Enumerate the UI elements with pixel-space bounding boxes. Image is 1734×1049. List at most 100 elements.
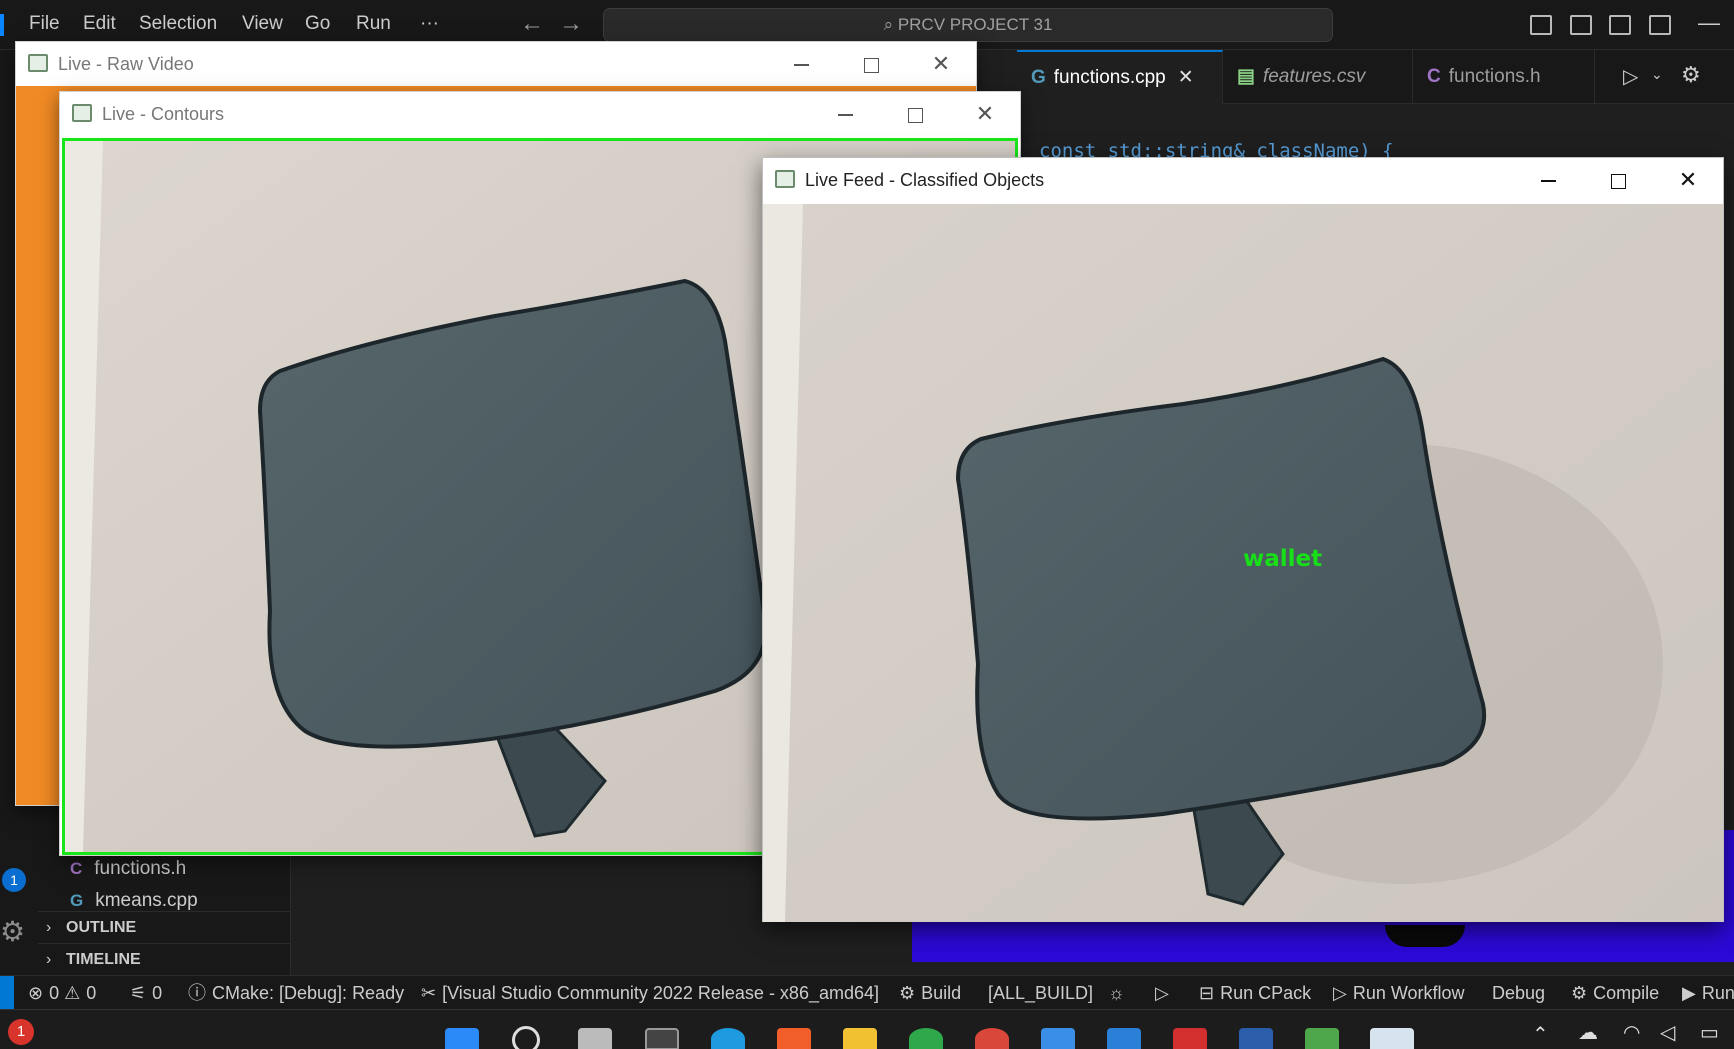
window-title: Live Feed - Classified Objects — [805, 170, 1045, 190]
debug-button[interactable]: Debug — [1492, 976, 1545, 1010]
chrome-profile-icon[interactable] — [975, 1028, 1009, 1049]
window-minimize-icon[interactable]: — — [1698, 10, 1720, 36]
menu-run[interactable]: Run — [356, 13, 391, 35]
edge-icon[interactable] — [711, 1028, 745, 1049]
chevron-up-icon[interactable]: ⌃ — [1532, 1022, 1549, 1047]
debug-icon[interactable]: ☼ — [1108, 976, 1125, 1010]
close-button[interactable]: ✕ — [1653, 158, 1723, 202]
broadcast-icon: ⚟ — [130, 983, 147, 1003]
build-label: Build — [921, 983, 962, 1003]
menu-file[interactable]: File — [29, 13, 60, 35]
chevron-down-icon[interactable]: ⌄ — [1651, 66, 1663, 83]
notepad-icon[interactable] — [1041, 1028, 1075, 1049]
menu-selection[interactable]: Selection — [139, 13, 217, 35]
gear-icon[interactable]: ⚙ — [1681, 62, 1701, 88]
window-title-bar[interactable]: Live - Raw Video ✕ — [16, 42, 976, 86]
maximize-icon — [863, 57, 879, 73]
timeline-section[interactable]: › TIMELINE — [38, 943, 290, 975]
error-count: 0 — [49, 983, 60, 1003]
status-bar: ⊗ 0 ⚠ 0 ⚟ 0 ⓘ CMake: [Debug]: Ready ✂ [Visual… — [0, 975, 1734, 1010]
c-header-file-icon: C — [70, 859, 83, 878]
tab-features-csv[interactable]: ▤ features.csv — [1223, 50, 1413, 104]
chevron-right-icon: › — [46, 951, 52, 968]
minimize-icon — [1540, 180, 1556, 182]
toggle-primary-sidebar-icon[interactable] — [1530, 15, 1552, 35]
background-shape — [1385, 925, 1465, 947]
acrobat-icon[interactable] — [1173, 1028, 1207, 1049]
search-icon[interactable] — [512, 1026, 540, 1049]
file-item-kmeans-cpp[interactable]: Gkmeans.cpp — [70, 890, 198, 912]
maximize-button[interactable] — [836, 42, 906, 86]
battery-icon[interactable]: ▭ — [1700, 1020, 1719, 1045]
run-button[interactable]: ▶ Run — [1682, 976, 1734, 1010]
problems-indicator[interactable]: ⊗ 0 ⚠ 0 — [28, 976, 96, 1010]
cmake-status[interactable]: ⓘ CMake: [Debug]: Ready — [188, 976, 404, 1010]
customize-layout-icon[interactable] — [1649, 15, 1671, 35]
wifi-icon[interactable]: ◠ — [1623, 1020, 1640, 1045]
tab-functions-h[interactable]: Cfunctions.h — [1413, 50, 1595, 104]
word-icon[interactable] — [1239, 1028, 1273, 1049]
windows-taskbar: ⌃ ☁ ◠ ◁ ▭ — [0, 1009, 1734, 1049]
kit-label: [Visual Studio Community 2022 Release - … — [442, 983, 880, 1003]
classified-objects-window[interactable]: Live Feed - Classified Objects ✕ wallet — [762, 157, 1724, 922]
minimize-button[interactable] — [810, 92, 880, 136]
tab-label: functions.h — [1448, 66, 1541, 87]
chrome-icon[interactable] — [909, 1028, 943, 1049]
vscode-icon[interactable] — [1107, 1028, 1141, 1049]
csv-file-icon: ▤ — [1237, 66, 1255, 87]
maximize-button[interactable] — [1583, 158, 1653, 202]
minimize-button[interactable] — [766, 42, 836, 86]
accounts-badge: 1 — [2, 868, 26, 892]
launch-icon[interactable]: ▷ — [1155, 976, 1169, 1010]
task-view-icon[interactable] — [578, 1028, 612, 1049]
cmake-kit[interactable]: ✂ [Visual Studio Community 2022 Release -… — [421, 976, 879, 1010]
compile-button[interactable]: ⚙ Compile — [1571, 976, 1659, 1010]
menu-more[interactable]: ··· — [420, 13, 439, 35]
c-header-file-icon: C — [1427, 66, 1441, 87]
build-target[interactable]: [ALL_BUILD] — [988, 976, 1093, 1010]
file-explorer-icon[interactable] — [843, 1028, 877, 1049]
android-studio-icon[interactable] — [1305, 1028, 1339, 1049]
outline-label: OUTLINE — [66, 919, 137, 936]
window-title-bar[interactable]: Live - Contours ✕ — [60, 92, 1020, 136]
play-icon: ▶ — [1682, 983, 1696, 1003]
run-cpack-button[interactable]: ⊟ Run CPack — [1199, 976, 1311, 1010]
opencv-window-icon[interactable] — [1370, 1028, 1414, 1049]
warning-count: 0 — [86, 983, 97, 1003]
run-workflow-button[interactable]: ▷ Run Workflow — [1333, 976, 1465, 1010]
menu-view[interactable]: View — [242, 13, 283, 35]
tools-icon: ✂ — [421, 983, 437, 1003]
app-icon — [28, 54, 48, 72]
run-icon[interactable]: ▷ — [1623, 64, 1638, 89]
outline-section[interactable]: › OUTLINE — [38, 911, 290, 943]
brave-icon[interactable] — [777, 1028, 811, 1049]
workflow-label: Run Workflow — [1352, 983, 1465, 1003]
classified-video-frame: wallet — [763, 204, 1723, 922]
back-arrow-icon[interactable]: ← — [520, 10, 544, 38]
command-center-search[interactable]: ⌕ PRCV PROJECT 31 — [603, 8, 1333, 42]
ports-indicator[interactable]: ⚟ 0 — [130, 976, 162, 1010]
menu-go[interactable]: Go — [305, 13, 330, 35]
gear-icon: ⚙ — [899, 983, 916, 1003]
menu-edit[interactable]: Edit — [83, 13, 116, 35]
toggle-secondary-sidebar-icon[interactable] — [1609, 15, 1631, 35]
close-button[interactable]: ✕ — [950, 92, 1020, 136]
app-icon[interactable] — [645, 1028, 679, 1049]
onedrive-icon[interactable]: ☁ — [1578, 1020, 1598, 1045]
toggle-panel-icon[interactable] — [1570, 15, 1592, 35]
maximize-button[interactable] — [880, 92, 950, 136]
file-item-functions-h[interactable]: Cfunctions.h — [70, 858, 186, 880]
close-icon[interactable]: ✕ — [1178, 67, 1194, 88]
gear-icon[interactable]: ⚙ — [0, 915, 25, 948]
volume-icon[interactable]: ◁ — [1660, 1020, 1675, 1045]
tab-functions-cpp[interactable]: Gfunctions.cpp ✕ — [1017, 50, 1223, 104]
window-title-bar[interactable]: Live Feed - Classified Objects ✕ — [763, 158, 1723, 202]
windows-start-icon[interactable] — [445, 1028, 479, 1049]
package-icon: ⊟ — [1199, 983, 1215, 1003]
forward-arrow-icon[interactable]: → — [559, 10, 583, 38]
ports-count: 0 — [152, 983, 163, 1003]
remote-indicator[interactable] — [0, 976, 14, 1010]
minimize-button[interactable] — [1513, 158, 1583, 202]
build-button[interactable]: ⚙ Build — [899, 976, 961, 1010]
close-button[interactable]: ✕ — [906, 42, 976, 86]
